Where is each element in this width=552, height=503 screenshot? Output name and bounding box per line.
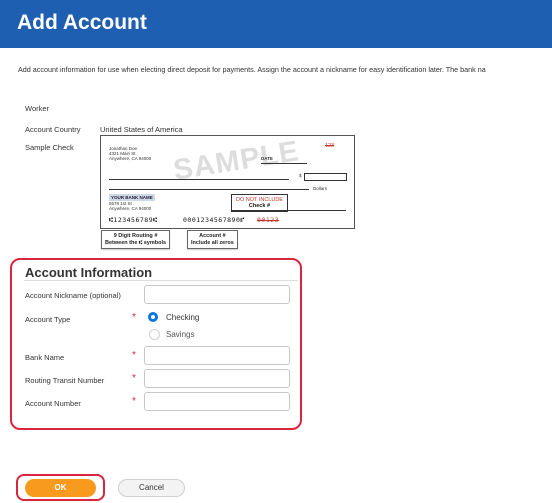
intro-text: Add account information for use when ele…: [18, 65, 486, 74]
savings-radio[interactable]: [149, 329, 160, 340]
check-payer-address2: Anywhere, CA 94000: [109, 156, 152, 161]
bank-name-label: Bank Name: [25, 353, 65, 362]
page-title: Add Account: [17, 11, 147, 34]
nickname-input[interactable]: [144, 285, 290, 304]
routing-number-input[interactable]: [144, 369, 290, 388]
account-callout-line2: Include all zeros: [191, 239, 234, 246]
amount-box: [304, 173, 347, 181]
signature-line: [231, 210, 346, 211]
worker-label: Worker: [25, 104, 50, 113]
nickname-label: Account Nickname (optional): [25, 291, 121, 300]
micr-account: 0001234567890⑈: [183, 216, 245, 224]
check-number-text: Check #: [248, 203, 271, 209]
checking-radio[interactable]: [148, 312, 158, 322]
cancel-button[interactable]: Cancel: [118, 479, 185, 497]
ok-button[interactable]: OK: [25, 479, 96, 497]
checking-label[interactable]: Checking: [166, 313, 199, 322]
amount-words-line: [109, 189, 309, 190]
routing-callout-line1: 9 Digit Routing #: [113, 233, 158, 239]
account-number-label: Account Number: [25, 399, 81, 408]
required-marker: *: [132, 373, 136, 384]
micr-routing: ⑆123456789⑆: [109, 216, 158, 224]
account-information-title: Account Information: [25, 265, 153, 280]
routing-callout-line2: Between the ⑆ symbols: [105, 239, 167, 246]
sample-check-image: SAMPLE Jonathan Doe 4321 Main St Anywher…: [100, 135, 355, 229]
section-divider: [24, 280, 298, 281]
bank-info: YOUR BANK NAME 5678 1st St Anywhere, CA …: [109, 194, 155, 211]
routing-callout: 9 Digit Routing # Between the ⑆ symbols: [101, 230, 171, 249]
bank-address2: Anywhere, CA 94000: [109, 206, 152, 211]
bank-name-input[interactable]: [144, 346, 290, 365]
payee-line: [109, 179, 289, 180]
required-marker: *: [132, 396, 136, 407]
page-header: Add Account: [0, 0, 552, 48]
check-date-label: DATE: [261, 156, 273, 161]
sample-check-label: Sample Check: [25, 143, 74, 152]
account-type-label: Account Type: [25, 315, 71, 324]
account-country-value: United States of America: [100, 125, 183, 134]
account-number-input[interactable]: [144, 392, 290, 411]
check-number: 123: [325, 143, 335, 149]
savings-label[interactable]: Savings: [166, 330, 194, 339]
date-line: [261, 163, 307, 164]
routing-number-label: Routing Transit Number: [25, 376, 105, 385]
dollars-label: Dollars: [313, 186, 328, 191]
required-marker: *: [132, 312, 136, 323]
account-callout: Account # Include all zeros: [187, 230, 238, 249]
account-country-label: Account Country: [25, 125, 81, 134]
dollar-sign: $: [299, 173, 302, 178]
required-marker: *: [132, 350, 136, 361]
micr-check-number: 00123: [257, 216, 280, 224]
bank-name-box: YOUR BANK NAME: [109, 194, 155, 201]
